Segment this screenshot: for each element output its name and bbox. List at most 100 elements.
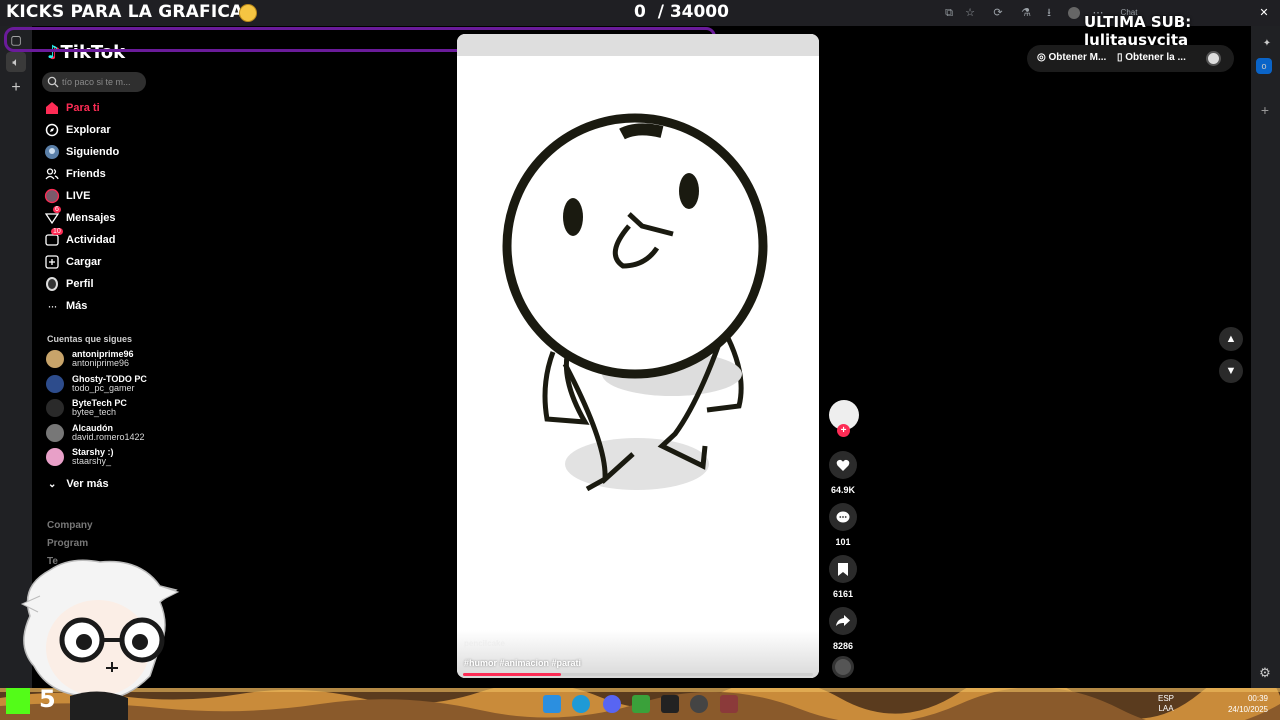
see-more-button[interactable]: ⌄ Ver más [48,478,109,490]
video-hashtags[interactable]: #humor #animacion #parati [464,658,581,668]
extensions-icon[interactable]: ⟳ [992,7,1004,19]
share-count: 8286 [832,641,854,651]
nav-item-siguiendo[interactable]: Siguiendo [44,142,164,162]
kick-goal-counter: 0 / 34000 [634,2,729,22]
account-handle: staarshy_ [72,456,112,466]
video-author[interactable]: pencilcake [464,639,505,648]
app-icon[interactable] [720,695,738,713]
get-coins-button[interactable]: ◎ Obtener M... [1037,52,1106,63]
counter-goal: / 34000 [657,2,729,22]
get-app-button[interactable]: ▯ Obtener la ... [1117,52,1186,63]
followed-account[interactable]: ByteTech PC bytee_tech [44,397,164,419]
account-handle: antoniprime96 [72,358,130,368]
followed-account[interactable]: Alcaudón david.romero1422 [44,422,164,444]
home-icon [44,100,60,116]
follow-plus-button[interactable]: + [837,424,850,437]
account-handle: bytee_tech [72,407,117,417]
video-player[interactable]: pencilcake #humor #animacion #parati [457,34,819,678]
minecraft-icon[interactable] [632,695,650,713]
like-button[interactable] [829,451,857,479]
share-button[interactable] [829,607,857,635]
more-icon: ··· [47,299,58,313]
capcut-icon[interactable] [661,695,679,713]
next-video-button[interactable]: ▼ [1219,359,1243,383]
video-progress-fill [463,673,561,676]
sound-disc-icon[interactable] [832,656,854,678]
nav-label: Para ti [66,102,100,114]
discord-icon[interactable] [603,695,621,713]
avatar [46,448,64,466]
friends-icon [44,166,60,182]
video-bottom-shade [457,630,819,678]
activity-badge: 10 [51,228,63,235]
windows-start-icon[interactable] [543,695,561,713]
save-count: 6161 [832,589,854,599]
nav-item-actividad[interactable]: 10 Actividad [44,228,164,250]
footer-link-program[interactable]: Program [47,538,88,549]
clock-time: 00:39 [1247,694,1268,703]
star-icon[interactable]: ☆ [964,7,976,19]
get-app-pill: ◎ Obtener M... ▯ Obtener la ... [1027,45,1234,72]
streamer-avatar-overlay [20,559,180,720]
external-link-icon[interactable]: ⧉ [943,7,955,19]
video-frame-drawing [502,113,768,492]
emoji-icon [239,4,257,22]
add-sidebar-icon[interactable]: + [1255,100,1275,120]
followed-account[interactable]: antoniprime96 antoniprime96 [44,348,164,370]
like-count: 64.9K [830,485,856,495]
followed-account[interactable]: Starshy :) staarshy_ [44,446,164,468]
keyboard-language[interactable]: ESP LAA [1158,694,1174,714]
nav-item-mas[interactable]: ··· Más [44,296,164,316]
speaker-icon[interactable]: 🔈︎ [6,52,26,72]
nav-item-cargar[interactable]: Cargar [44,252,164,272]
comment-icon [836,511,850,522]
live-icon [44,188,60,204]
outlook-icon[interactable]: o [1256,58,1272,74]
copilot-icon[interactable]: ✦ [1257,34,1277,54]
nav-label: Siguiendo [66,146,120,158]
followed-account[interactable]: Ghosty-TODO PC todo_pc_gamer [44,373,164,395]
search-input[interactable] [62,75,142,89]
nav-label: Actividad [66,234,116,246]
previous-video-button[interactable]: ▲ [1219,327,1243,351]
nav-item-para-ti[interactable]: Para ti [44,98,164,118]
save-button[interactable] [829,555,857,583]
counter-current: 0 [634,2,646,22]
nav-label: Mensajes [66,212,116,224]
clock-date: 24/10/2025 [1227,705,1268,714]
upload-icon [44,254,60,270]
nav-label: Explorar [66,124,111,136]
settings-gear-icon[interactable]: ⚙ [1255,663,1275,683]
account-icon[interactable] [1068,7,1080,19]
taskbar-clock[interactable]: 00:39 24/10/2025 [1222,693,1268,715]
search-box[interactable] [42,72,146,92]
avatar [46,374,64,393]
user-profile-avatar[interactable] [1206,51,1221,66]
nav-item-mensajes[interactable]: 6 Mensajes [44,206,164,228]
chevron-up-icon: ▲ [1225,333,1237,345]
stream-goal-title: KICKS PARA LA GRAFICA [6,2,244,22]
collections-icon[interactable]: ⚗ [1020,7,1032,19]
see-more-label: Ver más [66,478,109,490]
account-handle: todo_pc_gamer [72,382,135,393]
avatar [46,399,64,417]
new-tab-icon[interactable]: + [6,78,26,98]
nav-item-explorar[interactable]: Explorar [44,120,164,140]
footer-link-company[interactable]: Company [47,520,93,531]
bookmark-icon [838,562,848,576]
edge-icon[interactable] [572,695,590,713]
lang-line-1: ESP [1158,694,1175,703]
obs-icon[interactable] [690,695,708,713]
nav-label: Friends [66,168,106,180]
nav-label: Perfil [66,278,94,290]
download-icon[interactable]: ⭳ [1043,7,1055,19]
activity-icon: 10 [44,228,63,248]
heart-icon [836,459,850,471]
avatar [46,350,64,368]
nav-item-perfil[interactable]: Perfil [44,274,164,294]
video-progress-bar[interactable] [463,673,813,676]
profile-icon [44,276,60,292]
nav-item-friends[interactable]: Friends [44,164,164,184]
nav-item-live[interactable]: LIVE [44,186,164,206]
comment-button[interactable] [829,503,857,531]
